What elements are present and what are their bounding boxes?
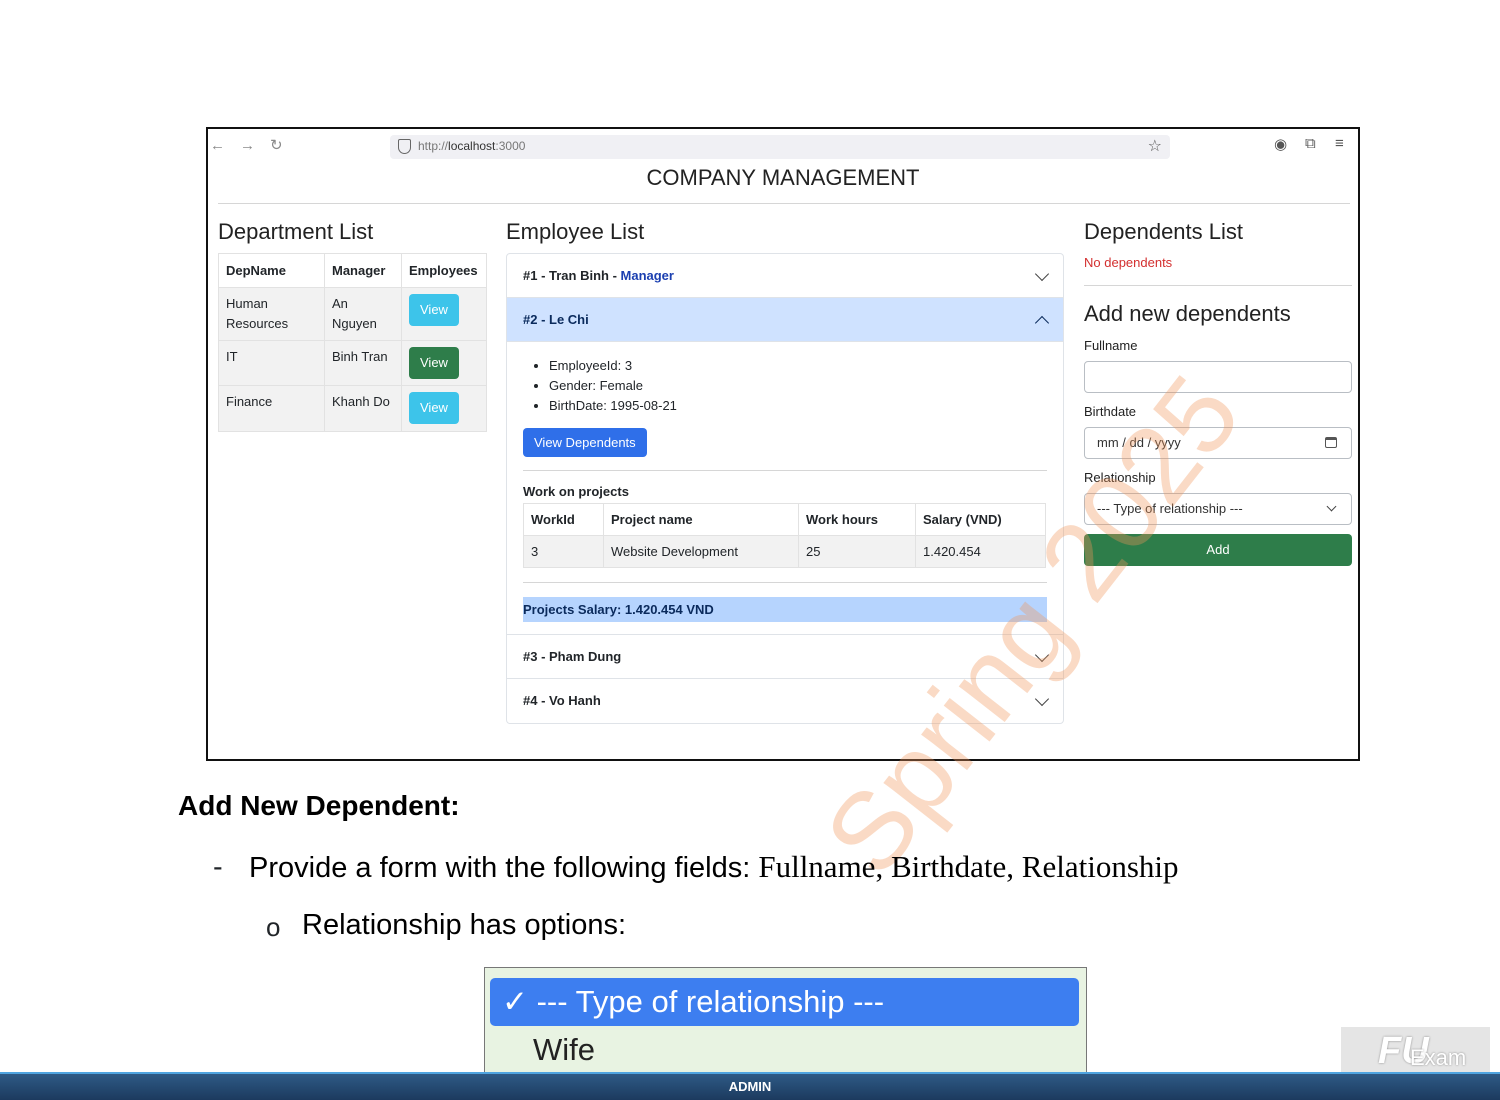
column-header: WorkId <box>523 503 604 536</box>
check-icon: ✓ <box>502 984 528 1019</box>
employee-label: #3 - Pham Dung <box>523 649 622 664</box>
option-item: Wife <box>533 1032 595 1067</box>
reload-icon[interactable]: ↻ <box>270 137 283 155</box>
exam-logo-text: Exam <box>1410 1045 1467 1070</box>
forward-arrow-icon[interactable]: → <box>240 137 255 155</box>
calendar-icon[interactable] <box>1325 437 1337 448</box>
column-header: Project name <box>603 503 799 536</box>
shield-icon <box>398 139 411 154</box>
bookmark-star-icon[interactable]: ☆ <box>1148 136 1162 156</box>
footer-bar: ADMIN <box>0 1072 1500 1100</box>
app-title: COMPANY MANAGEMENT <box>646 165 920 190</box>
department-list-title: Department List <box>218 219 374 244</box>
dependents-list-title: Dependents List <box>1084 219 1243 244</box>
option-label: --- Type of relationship --- <box>536 984 885 1019</box>
add-dependents-title: Add new dependents <box>1084 301 1291 326</box>
accordion-item-employee-1[interactable]: #1 - Tran Binh - Manager <box>507 254 1063 298</box>
list-item: EmployeeId: 3 <box>549 356 1047 376</box>
employee-list-title: Employee List <box>506 219 645 244</box>
table-row: Finance Khanh Do View <box>218 385 487 432</box>
projects-table: WorkId Project name Work hours Salary (V… <box>523 503 1046 568</box>
chevron-down-icon <box>1034 266 1050 282</box>
fullname-label: Fullname <box>1084 338 1138 353</box>
department-table: DepName Manager Employees Human Resource… <box>218 253 487 432</box>
column-header: DepName <box>218 253 325 288</box>
dep-name-cell: Human Resources <box>218 287 325 341</box>
column-header: Work hours <box>798 503 916 536</box>
dep-name-cell: IT <box>218 340 325 386</box>
list-item: Gender: Female <box>549 376 1047 396</box>
employee-label: #4 - Vo Hanh <box>523 693 601 708</box>
address-bar[interactable]: http://localhost:3000 ☆ <box>390 135 1170 159</box>
menu-icon[interactable]: ≡ <box>1335 135 1344 152</box>
view-employees-button[interactable]: View <box>409 294 459 326</box>
employee-label: #2 - Le Chi <box>523 312 589 327</box>
table-row: IT Binh Tran View <box>218 340 487 386</box>
chevron-up-icon <box>1034 315 1050 331</box>
manager-cell: Khanh Do <box>324 385 402 432</box>
requirement-text: Provide a form with the following fields… <box>249 852 759 884</box>
table-row: 3 Website Development 25 1.420.454 <box>523 535 1046 568</box>
table-row: Human Resources An Nguyen View <box>218 287 487 341</box>
divider <box>523 470 1047 471</box>
divider <box>523 582 1047 583</box>
option-selected: ✓ --- Type of relationship --- <box>490 978 1079 1026</box>
view-employees-button[interactable]: View <box>409 347 459 379</box>
section-heading: Add New Dependent: <box>178 790 460 821</box>
dep-name-cell: Finance <box>218 385 325 432</box>
list-dash: - <box>213 851 223 883</box>
employee-details-list: EmployeeId: 3 Gender: Female BirthDate: … <box>549 356 1047 416</box>
accordion-item-employee-2[interactable]: #2 - Le Chi <box>507 298 1063 342</box>
manager-cell: Binh Tran <box>324 340 402 386</box>
requirement-fields: Fullname, Birthdate, Relationship <box>758 849 1179 884</box>
employee-label: #1 - Tran Binh - <box>523 268 621 283</box>
title-divider <box>218 203 1350 204</box>
url-text: http://localhost:3000 <box>418 139 526 153</box>
requirement-line: Provide a form with the following fields… <box>249 849 1179 885</box>
column-header: Manager <box>324 253 402 288</box>
extensions-icon[interactable]: ⧉ <box>1305 135 1316 152</box>
divider <box>1084 285 1352 286</box>
table-cell: 3 <box>523 535 604 568</box>
table-cell: 25 <box>798 535 916 568</box>
table-header-row: DepName Manager Employees <box>218 253 487 288</box>
column-header: Employees <box>401 253 487 288</box>
projects-title: Work on projects <box>523 484 629 499</box>
list-item: BirthDate: 1995-08-21 <box>549 396 1047 416</box>
circle-bullet: o <box>266 912 281 942</box>
options-line: Relationship has options: <box>302 909 627 941</box>
employee-role: Manager <box>620 268 674 283</box>
manager-cell: An Nguyen <box>324 287 402 341</box>
back-arrow-icon[interactable]: ← <box>210 137 225 155</box>
table-cell: Website Development <box>603 535 799 568</box>
browser-toolbar: ← → ↻ http://localhost:3000 ☆ ◉ ⧉ ≡ <box>208 129 1358 163</box>
table-header-row: WorkId Project name Work hours Salary (V… <box>523 503 1046 536</box>
no-dependents-message: No dependents <box>1084 255 1173 270</box>
view-dependents-button[interactable]: View Dependents <box>523 428 647 457</box>
account-icon[interactable]: ◉ <box>1274 135 1287 153</box>
chevron-down-icon <box>1326 501 1337 512</box>
view-employees-button[interactable]: View <box>409 392 459 424</box>
fullname-input[interactable] <box>1084 361 1352 393</box>
